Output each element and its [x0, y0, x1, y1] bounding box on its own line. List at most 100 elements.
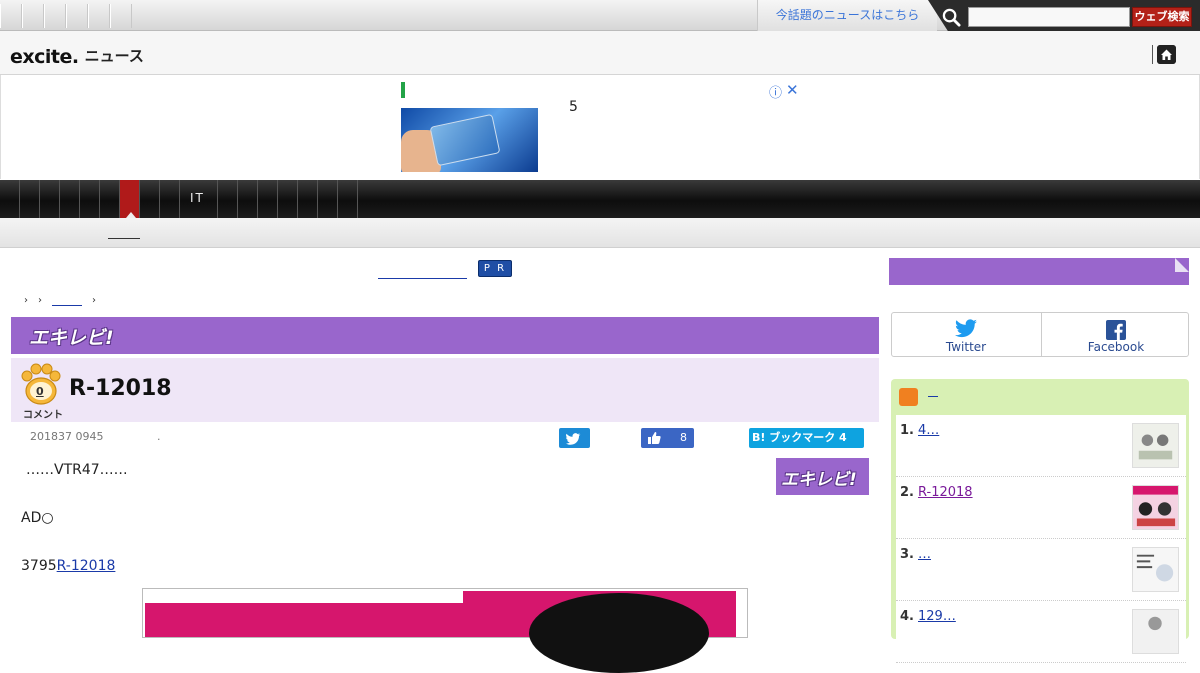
nav-item[interactable] [258, 180, 278, 218]
twitter-icon [955, 319, 977, 338]
pr-link[interactable] [378, 278, 467, 279]
ranking-header-link[interactable] [928, 396, 938, 397]
sub-nav-link[interactable] [108, 238, 140, 239]
twitter-follow-button[interactable]: Twitter [892, 313, 1040, 357]
article-paragraph: 3795R-12018 [21, 558, 115, 574]
twitter-label: Twitter [945, 340, 987, 354]
article-image[interactable] [142, 588, 748, 673]
advertisement: 5 ⓘ ✕ [0, 75, 1200, 179]
rank-number: 4. [900, 609, 914, 624]
nav-item[interactable] [318, 180, 338, 218]
nav-item[interactable] [140, 180, 160, 218]
twitter-share-button[interactable] [559, 428, 590, 448]
sub-nav [0, 218, 1200, 248]
nav-it-label: IT [190, 191, 205, 205]
nav-item[interactable] [40, 180, 60, 218]
site-header: excite. ニュース [0, 31, 1200, 75]
web-search-button[interactable]: ウェブ検索 [1132, 7, 1192, 27]
source-logo-text: エキレビ! [781, 470, 857, 490]
rank-link[interactable]: 4… [918, 423, 939, 438]
top-link[interactable] [88, 4, 110, 28]
facebook-follow-button[interactable]: Facebook [1042, 313, 1190, 357]
article-source: . [157, 430, 161, 443]
top-link[interactable] [66, 4, 88, 28]
hatena-bookmark-button[interactable]: B! ブックマーク 4 [749, 428, 864, 448]
nav-item[interactable] [20, 180, 40, 218]
rank-thumbnail[interactable] [1132, 609, 1179, 654]
rank-link[interactable]: 129… [918, 609, 956, 624]
category-nav: IT [0, 180, 1200, 218]
breadcrumb-separator: › [38, 295, 42, 306]
breadcrumb-separator: › [92, 295, 96, 306]
brand-name: excite. [10, 46, 79, 68]
top-link[interactable] [0, 4, 22, 28]
facebook-label: Facebook [1087, 340, 1145, 354]
social-follow-box: Twitter Facebook [891, 312, 1189, 357]
rank-link[interactable]: … [918, 547, 931, 562]
thumbs-up-icon [648, 432, 661, 444]
comment-count[interactable]: 0 [36, 385, 44, 398]
web-search-input[interactable] [968, 7, 1130, 27]
rank-thumbnail[interactable] [1132, 423, 1179, 468]
rank-number: 2. [900, 485, 914, 500]
nav-item[interactable] [100, 180, 120, 218]
rank-number: 1. [900, 423, 914, 438]
page-fold-corner [1175, 258, 1189, 272]
nav-item[interactable] [278, 180, 298, 218]
category-source-logo[interactable]: エキレビ! [776, 458, 869, 495]
trending-news-link[interactable]: 今話題のニュースはこちら [757, 0, 937, 31]
comment-label: コメント [23, 410, 63, 421]
nav-item[interactable] [238, 180, 258, 218]
top-link[interactable] [110, 4, 132, 28]
home-icon[interactable] [1157, 45, 1176, 64]
ad-credit-card-image[interactable] [401, 108, 538, 172]
ad-info-icon[interactable]: ⓘ [769, 82, 782, 101]
card-graphic [429, 113, 501, 167]
nav-item[interactable] [160, 180, 180, 218]
rank-thumbnail[interactable] [1132, 547, 1179, 592]
category-logo: エキレビ! [29, 327, 114, 349]
facebook-like-button[interactable]: 8 [641, 428, 694, 448]
article-date: 201837 0945 [30, 430, 104, 443]
ranking-list: 1. 4… 2. R-12018 3. … 4. 129… [896, 415, 1186, 663]
pr-badge: P R [478, 260, 512, 277]
like-count: 8 [680, 431, 687, 444]
article-paragraph: AD○ [21, 510, 54, 526]
ranking-item[interactable]: 4. 129… [896, 601, 1186, 663]
search-icon[interactable] [942, 8, 961, 27]
image-figure [529, 593, 709, 673]
rank-number: 3. [900, 547, 914, 562]
nav-item[interactable] [80, 180, 100, 218]
excite-news-logo[interactable]: excite. ニュース [10, 38, 144, 68]
ranking-item[interactable]: 1. 4… [896, 415, 1186, 477]
nav-item[interactable] [0, 180, 20, 218]
ad-text[interactable]: 5 [569, 99, 578, 115]
nav-item[interactable] [218, 180, 238, 218]
rank-thumbnail[interactable] [1132, 485, 1179, 530]
ad-marker [401, 82, 405, 98]
top-utility-bar: 今話題のニュースはこちら ウェブ検索 [0, 0, 1200, 34]
top-link[interactable] [44, 4, 66, 28]
article-title: R-12018 [69, 376, 172, 401]
breadcrumb-separator: › [24, 295, 28, 306]
twitter-icon [566, 433, 581, 445]
rank-link[interactable]: R-12018 [918, 485, 973, 500]
top-link[interactable] [22, 4, 44, 28]
breadcrumb: › › › [24, 295, 96, 306]
category-banner[interactable]: エキレビ! [11, 317, 879, 354]
breadcrumb-link[interactable] [52, 305, 82, 306]
section-name: ニュース [84, 47, 144, 65]
article-inline-link[interactable]: R-12018 [57, 558, 116, 574]
nav-item[interactable] [338, 180, 358, 218]
nav-item[interactable] [298, 180, 318, 218]
nav-item[interactable] [60, 180, 80, 218]
ranking-item[interactable]: 2. R-12018 [896, 477, 1186, 539]
ranking-panel: 1. 4… 2. R-12018 3. … 4. 129… [891, 379, 1189, 663]
ad-close-icon[interactable]: ✕ [786, 81, 799, 99]
facebook-icon [1106, 320, 1126, 340]
image-band [145, 591, 463, 603]
ranking-icon [899, 388, 918, 406]
ranking-item[interactable]: 3. … [896, 539, 1186, 601]
header-divider [1152, 45, 1153, 64]
paragraph-text: 3795 [21, 558, 57, 574]
